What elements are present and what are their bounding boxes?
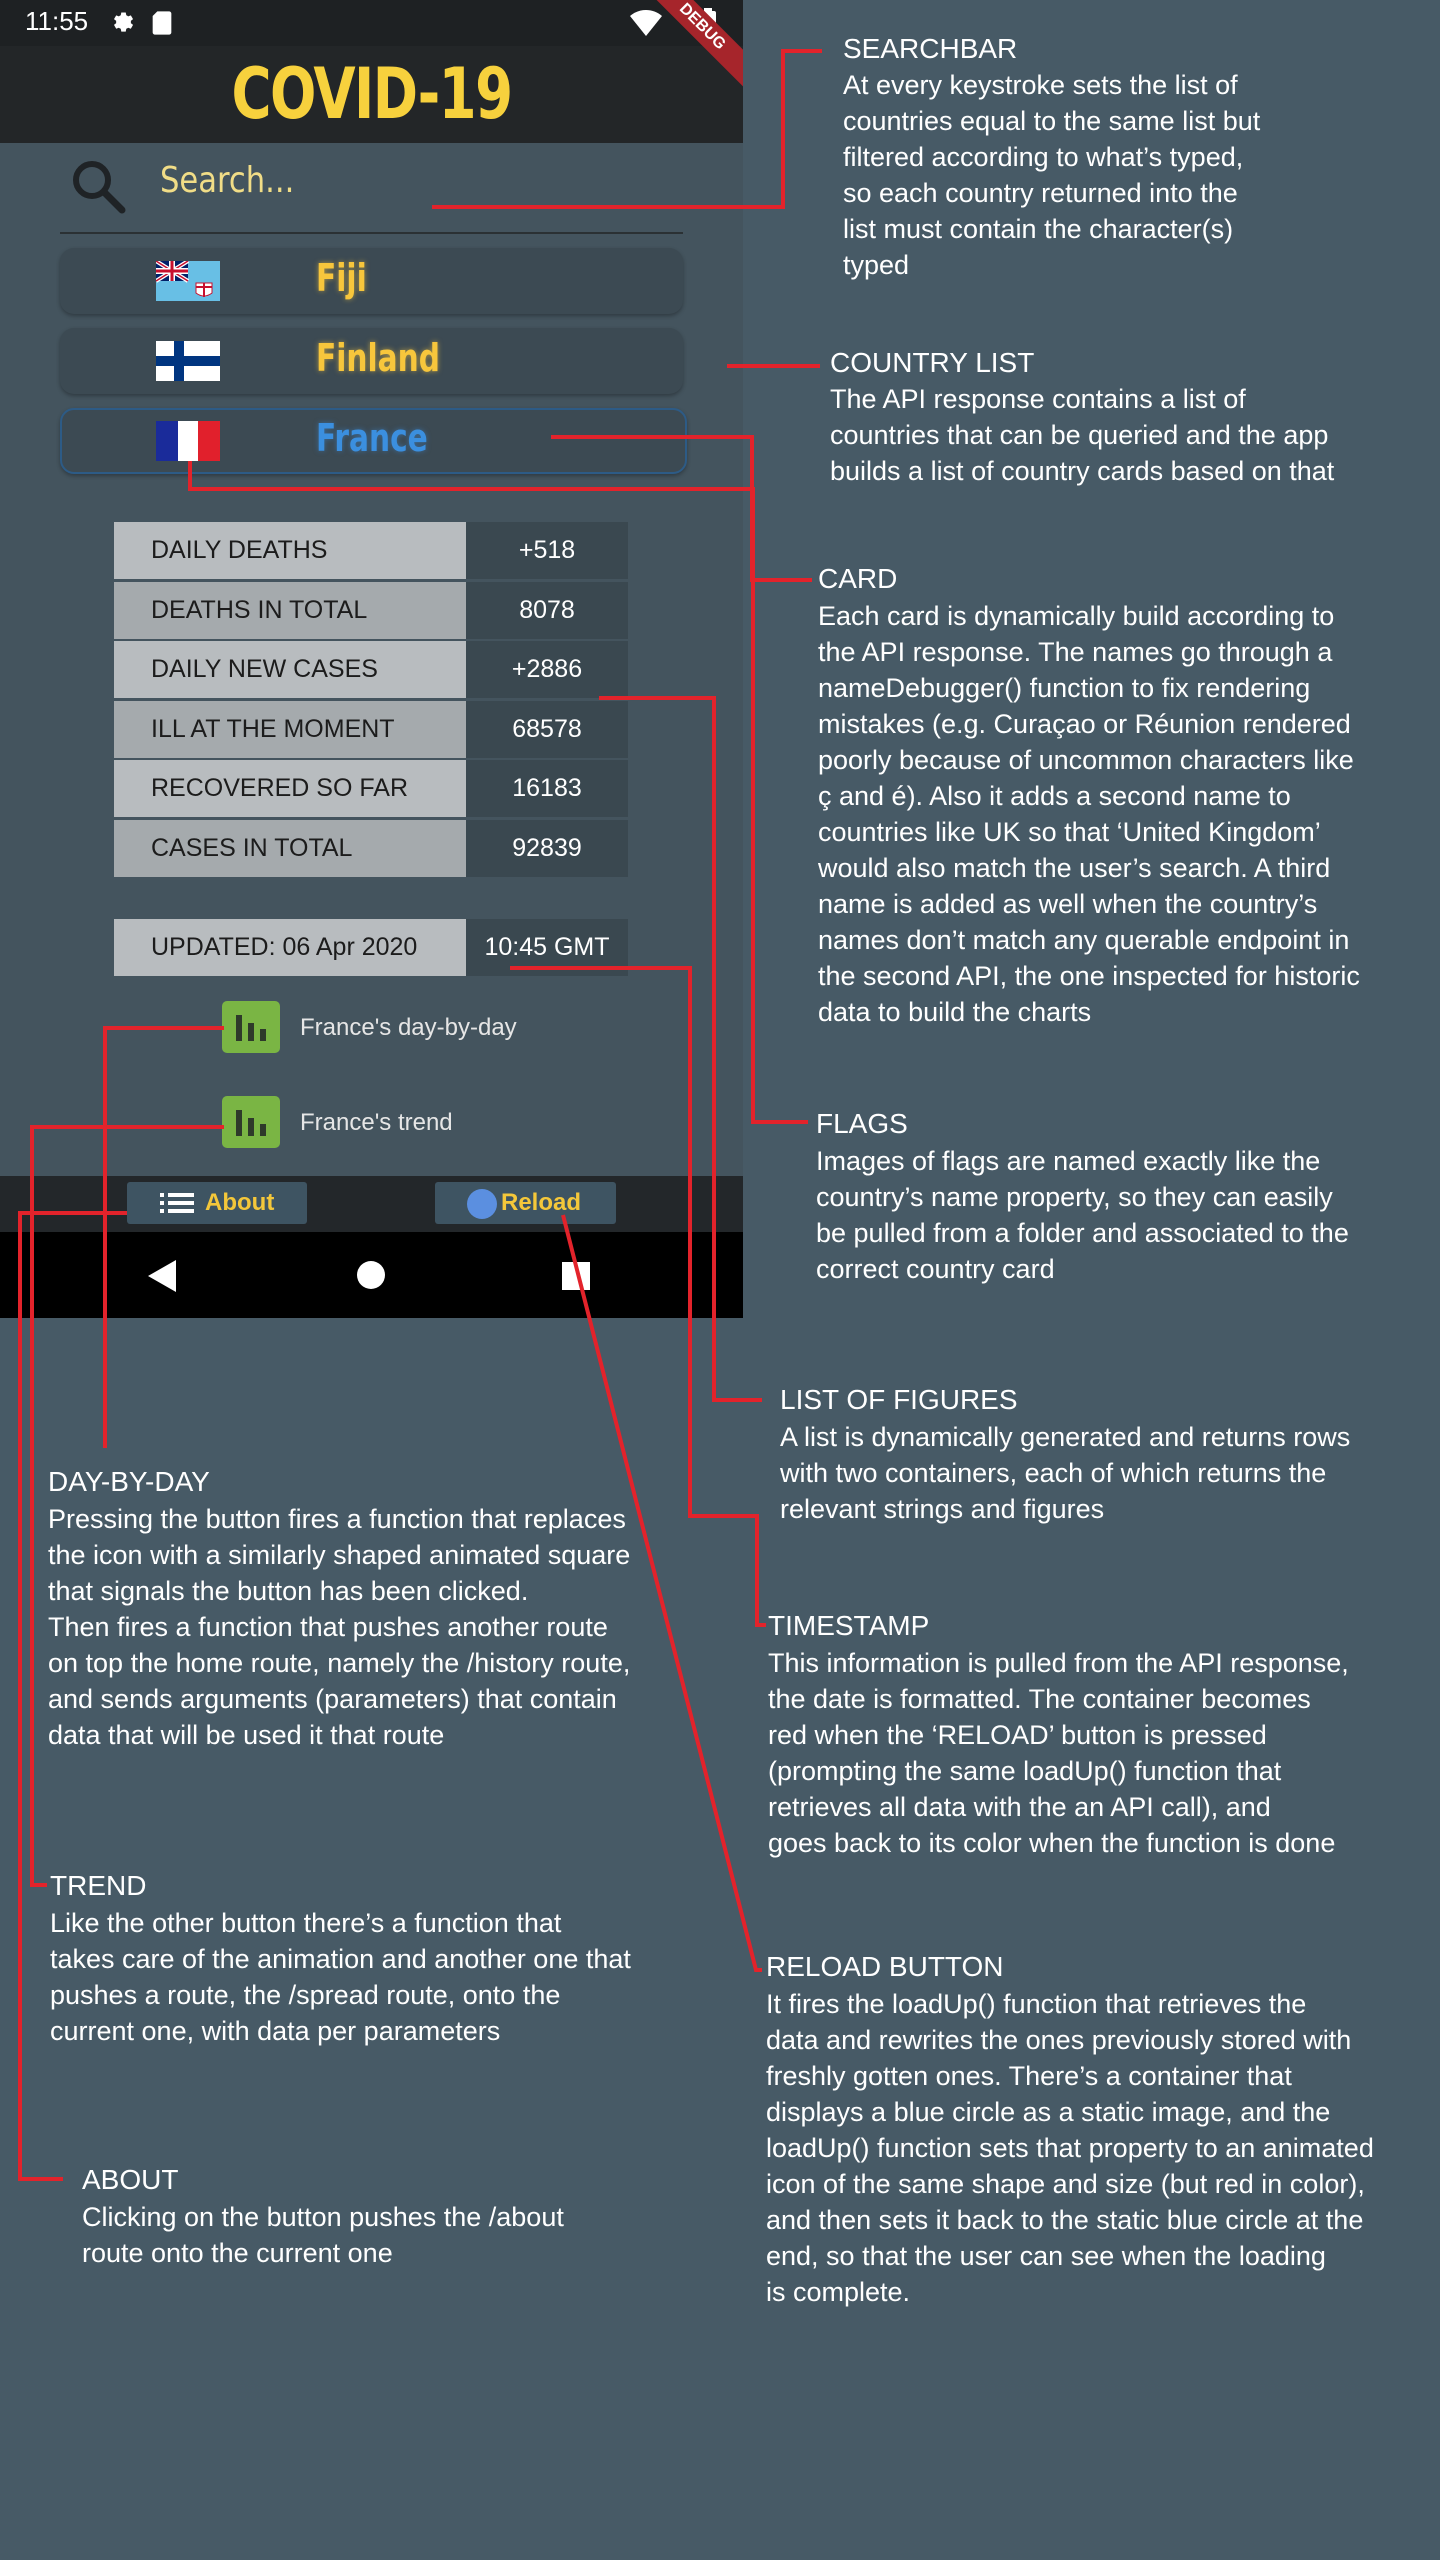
- annotation-flags-title: FLAGS: [816, 1108, 908, 1139]
- list-of-figures-line: [599, 696, 762, 1402]
- annotation-about-body: Clicking on the button pushes the /about…: [82, 2202, 564, 2268]
- annotation-searchbar-body: At every keystroke sets the list of coun…: [843, 70, 1261, 280]
- annotation-trend-title: TREND: [50, 1870, 147, 1901]
- card-line: [551, 435, 812, 582]
- annotation-flags-body: Images of flags are named exactly like t…: [816, 1146, 1349, 1284]
- annotation-reload-button-body: It fires the loadUp() function that retr…: [766, 1989, 1374, 2307]
- annotation-trend-body: Like the other button there’s a function…: [50, 1908, 631, 2046]
- annotation-searchbar-title: SEARCHBAR: [843, 33, 1018, 64]
- annotation-reload-button-title: RELOAD BUTTON: [766, 1951, 1004, 1982]
- annotation-card-title: CARD: [818, 563, 898, 594]
- annotation-timestamp-body: This information is pulled from the API …: [768, 1648, 1349, 1858]
- annotation-list-of-figures-body: A list is dynamically generated and retu…: [780, 1422, 1351, 1524]
- searchbar-line: [432, 49, 822, 209]
- annotation-day-by-day-title: DAY-BY-DAY: [48, 1466, 210, 1497]
- annotation-about-title: ABOUT: [82, 2164, 179, 2195]
- annotation-country-list-body: The API response contains a list of coun…: [830, 384, 1335, 486]
- annotation-timestamp-title: TIMESTAMP: [768, 1610, 930, 1641]
- annotation-day-by-day-body: Pressing the button fires a function tha…: [48, 1504, 631, 1750]
- annotation-card-body: Each card is dynamically build according…: [818, 601, 1360, 1027]
- day-by-day-line: [103, 1026, 224, 1448]
- annotation-list-of-figures-title: LIST OF FIGURES: [780, 1384, 1018, 1415]
- annotation-country-list-title: COUNTRY LIST: [830, 347, 1035, 378]
